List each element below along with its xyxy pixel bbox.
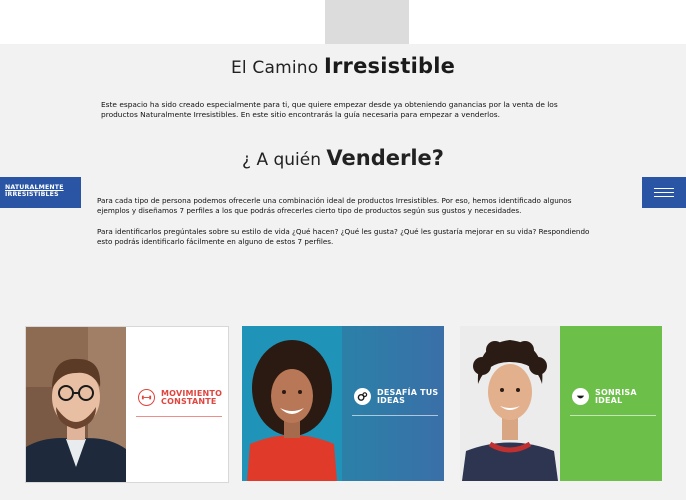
page-title-bold: Irresistible	[323, 54, 456, 78]
card-title: DESAFÍA TUS IDEAS	[377, 388, 438, 405]
dumbbell-icon	[138, 389, 155, 406]
logo-line-1: NATURALMENTE	[5, 184, 64, 191]
menu-bar-icon	[654, 192, 674, 193]
section-paragraph-2: Para identificarlos pregúntales sobre su…	[97, 227, 590, 246]
top-tab	[325, 0, 409, 44]
main-content: El Camino Irresistible Este espacio ha s…	[0, 44, 686, 500]
card-label: SONRISA IDEAL	[572, 388, 637, 405]
profile-photo-young-man-curly-hair	[460, 326, 560, 481]
smile-icon	[572, 388, 589, 405]
section-title-prefix: ¿ A quién	[242, 150, 327, 170]
profile-photo-man-glasses	[26, 327, 126, 482]
section-title: ¿ A quién Venderle?	[0, 146, 686, 170]
brand-logo[interactable]: NATURALMENTE IRRESISTIBLES	[0, 177, 81, 208]
menu-bar-icon	[654, 188, 674, 189]
card-divider	[136, 416, 222, 417]
gears-icon	[354, 388, 371, 405]
profile-photo-woman-curly-hair	[242, 326, 342, 481]
profile-card-movimiento-constante[interactable]: MOVIMIENTO CONSTANTE	[25, 326, 229, 483]
profile-card-desafia-tus-ideas[interactable]: DESAFÍA TUS IDEAS	[242, 326, 444, 481]
card-title: SONRISA IDEAL	[595, 388, 637, 405]
hamburger-menu-button[interactable]	[642, 177, 686, 208]
card-divider	[570, 415, 656, 416]
menu-bar-icon	[654, 196, 674, 197]
page-title: El Camino Irresistible	[0, 54, 686, 78]
card-label: MOVIMIENTO CONSTANTE	[138, 389, 222, 406]
card-title-line-2: IDEAL	[595, 395, 623, 405]
page-title-prefix: El Camino	[230, 58, 324, 78]
card-title: MOVIMIENTO CONSTANTE	[161, 389, 222, 406]
card-divider	[352, 415, 438, 416]
section-title-bold: Venderle?	[326, 146, 444, 170]
intro-text: Este espacio ha sido creado especialment…	[101, 100, 558, 119]
section-paragraph-1: Para cada tipo de persona podemos ofrece…	[97, 196, 572, 215]
profile-card-sonrisa-ideal[interactable]: SONRISA IDEAL	[460, 326, 662, 481]
card-label: DESAFÍA TUS IDEAS	[354, 388, 438, 405]
logo-line-2: IRRESISTIBLES	[5, 191, 59, 198]
card-title-line-2: IDEAS	[377, 395, 406, 405]
card-title-line-2: CONSTANTE	[161, 396, 217, 406]
